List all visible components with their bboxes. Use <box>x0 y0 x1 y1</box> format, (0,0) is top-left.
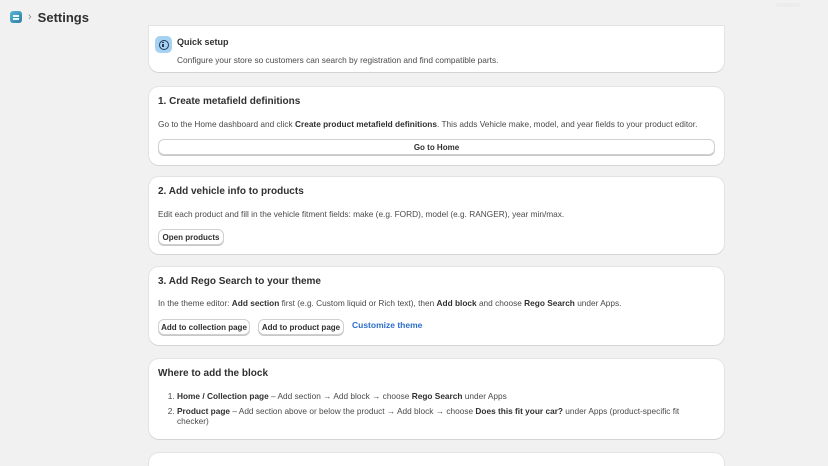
page-title: Settings <box>37 9 89 25</box>
info-icon <box>155 36 172 53</box>
list-item: Home / Collection page – Add section → A… <box>177 391 679 401</box>
step-2-title: 2. Add vehicle info to products <box>158 186 304 197</box>
step-2-card: 2. Add vehicle info to products Edit eac… <box>149 177 724 254</box>
where-to-add-list: Home / Collection page – Add section → A… <box>177 391 679 431</box>
add-to-collection-page-button[interactable]: Add to collection page <box>158 319 250 335</box>
quick-setup-card: Quick setup Configure your store so cust… <box>149 26 724 72</box>
customize-theme-link[interactable]: Customize theme <box>352 320 422 330</box>
quick-setup-description: Configure your store so customers can se… <box>177 55 499 65</box>
step-3-card: 3. Add Rego Search to your theme In the … <box>149 267 724 345</box>
step-1-title: 1. Create metafield definitions <box>158 96 301 107</box>
quick-setup-title: Quick setup <box>177 37 229 47</box>
where-to-add-title: Where to add the block <box>158 368 269 379</box>
breadcrumb-separator: › <box>28 11 32 23</box>
step-3-title: 3. Add Rego Search to your theme <box>158 276 321 287</box>
step-3-text: In the theme editor: Add section first (… <box>158 298 622 308</box>
go-to-home-button[interactable]: Go to Home <box>158 139 715 155</box>
list-item: Product page – Add section above or belo… <box>177 406 679 426</box>
step-1-card: 1. Create metafield definitions Go to th… <box>149 87 724 165</box>
top-bar-decoration <box>776 3 800 7</box>
open-products-button[interactable]: Open products <box>158 229 224 245</box>
where-to-add-card: Where to add the block Home / Collection… <box>149 359 724 439</box>
next-card-peek <box>149 453 724 466</box>
step-1-text: Go to the Home dashboard and click Creat… <box>158 119 698 129</box>
step-2-text: Edit each product and fill in the vehicl… <box>158 209 565 219</box>
add-to-product-page-button[interactable]: Add to product page <box>258 319 344 335</box>
app-logo-icon[interactable] <box>10 11 22 23</box>
